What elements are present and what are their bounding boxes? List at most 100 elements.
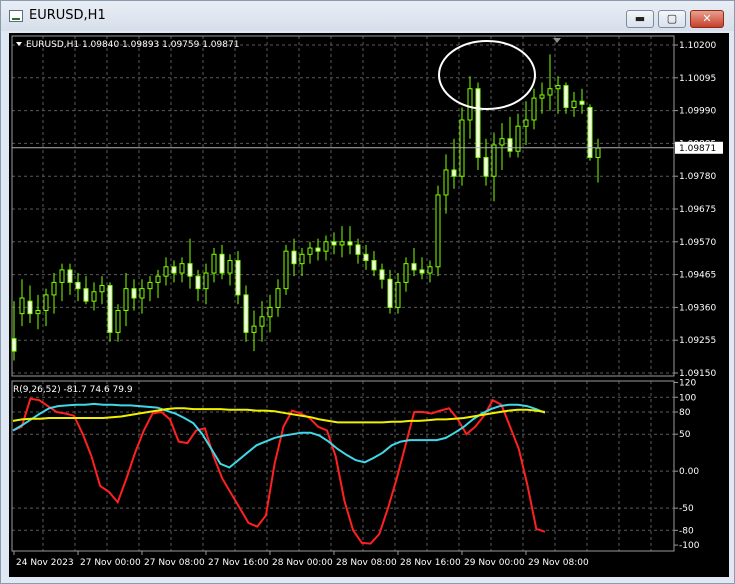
time-label: 27 Nov 00:00	[80, 558, 141, 568]
candle-body	[227, 260, 233, 274]
candle-body	[435, 194, 441, 268]
candle-body	[531, 97, 537, 121]
candle-body	[539, 94, 545, 99]
time-label: 27 Nov 08:00	[144, 558, 205, 568]
price-label: 1.09570	[679, 238, 716, 248]
time-label: 28 Nov 08:00	[336, 558, 397, 568]
indicator-level-label: -50	[679, 504, 694, 514]
candle-body	[379, 269, 385, 280]
candle-body	[363, 253, 369, 262]
indicator-line	[12, 407, 546, 424]
candle-body	[91, 291, 97, 302]
chart-window: EURUSD,H1 ▬ ▢ ✕ 1.10200 1.10095 1.09990 1.0…	[0, 0, 735, 584]
candle-body	[595, 147, 601, 158]
candle-body	[315, 247, 321, 252]
candle-body	[99, 285, 105, 293]
candle-body	[243, 294, 249, 333]
candle-body	[83, 288, 89, 302]
indicator-level-label: 50	[679, 430, 691, 440]
candle-body	[507, 138, 513, 152]
candle-body	[523, 119, 529, 127]
candle-body	[451, 169, 457, 177]
time-label: 28 Nov 16:00	[400, 558, 461, 568]
candle-body	[275, 288, 281, 308]
price-label: 1.10200	[679, 41, 716, 51]
candle-body	[411, 263, 417, 271]
minimize-button[interactable]: ▬	[626, 10, 654, 28]
candle-body	[43, 294, 49, 312]
candle-body	[475, 88, 481, 158]
candle-body	[19, 297, 25, 315]
indicator-frame	[11, 380, 675, 552]
candle-body	[547, 88, 553, 96]
candle-body	[307, 247, 313, 255]
price-label: 1.09360	[679, 303, 716, 313]
time-axis: 24 Nov 2023 27 Nov 00:00 27 Nov 08:00 27 No…	[13, 551, 589, 568]
candle-body	[51, 281, 57, 296]
candle-body	[331, 241, 337, 246]
indicator-level-label: -100	[679, 541, 700, 551]
symbol-header: EURUSD,H1 1.09840 1.09893 1.09759 1.0987…	[26, 40, 239, 50]
maximize-button[interactable]: ▢	[658, 10, 686, 28]
indicator-header: R(9,26,52) -81.7 74.6 79.9	[13, 385, 133, 395]
indicator-level-label: 80	[679, 408, 691, 418]
chart-svg[interactable]: 1.102001.100951.099901.098851.097801.096…	[9, 33, 729, 577]
close-button[interactable]: ✕	[690, 10, 724, 28]
candle-body	[251, 325, 257, 333]
candle-body	[115, 310, 121, 333]
candle-body	[587, 106, 593, 158]
candle-body	[75, 281, 81, 290]
candle-body	[35, 310, 41, 315]
time-label: 24 Nov 2023	[16, 558, 74, 568]
time-label: 28 Nov 00:00	[272, 558, 333, 568]
candle-body	[323, 241, 329, 252]
chart-window-icon	[9, 10, 23, 22]
candle-body	[387, 278, 393, 308]
candle-body	[219, 253, 225, 274]
candle-body	[467, 88, 473, 121]
indicator-level-label: -80	[679, 526, 694, 536]
candle-body	[195, 275, 201, 290]
annotation-circle[interactable]	[438, 40, 536, 110]
candle-body	[299, 253, 305, 265]
price-label: 1.10095	[679, 74, 716, 84]
candle-body	[235, 260, 241, 296]
candle-body	[339, 241, 345, 246]
candle-body	[155, 275, 161, 283]
candle-body	[579, 100, 585, 105]
candle-body	[123, 288, 129, 312]
candle-body	[67, 269, 73, 283]
candle-body	[355, 244, 361, 255]
title-bar[interactable]: EURUSD,H1 ▬ ▢ ✕	[1, 1, 734, 31]
price-label: 1.09255	[679, 336, 716, 346]
current-price-label: 1.09871	[679, 144, 716, 154]
indicator-axis: 120 100 80 50 0.00 -50 -80 -100	[674, 378, 700, 551]
triangle-down-icon[interactable]	[16, 42, 22, 46]
candle-body	[563, 85, 569, 108]
candle-body	[347, 241, 353, 246]
candle-body	[571, 100, 577, 108]
candle-body	[147, 281, 153, 290]
price-label: 1.09675	[679, 205, 716, 215]
candles	[11, 54, 601, 361]
candle-body	[419, 269, 425, 274]
candle-body	[491, 144, 497, 177]
chart-shift-marker-icon[interactable]	[553, 38, 561, 43]
time-label: 27 Nov 16:00	[208, 558, 269, 568]
candle-body	[427, 266, 433, 274]
chart-canvas[interactable]: 1.102001.100951.099901.098851.097801.096…	[9, 33, 729, 577]
candle-body	[483, 156, 489, 177]
window-title: EURUSD,H1	[29, 8, 106, 23]
price-label: 1.09465	[679, 271, 716, 281]
indicator-level-label: 100	[679, 393, 696, 403]
candle-body	[283, 250, 289, 290]
candle-body	[211, 253, 217, 274]
candle-body	[11, 338, 17, 352]
candle-body	[371, 260, 377, 271]
candle-body	[203, 272, 209, 290]
candle-body	[187, 263, 193, 277]
price-label: 1.09780	[679, 172, 716, 182]
candle-body	[267, 306, 273, 318]
candle-body	[499, 138, 505, 146]
candle-body	[27, 300, 33, 315]
